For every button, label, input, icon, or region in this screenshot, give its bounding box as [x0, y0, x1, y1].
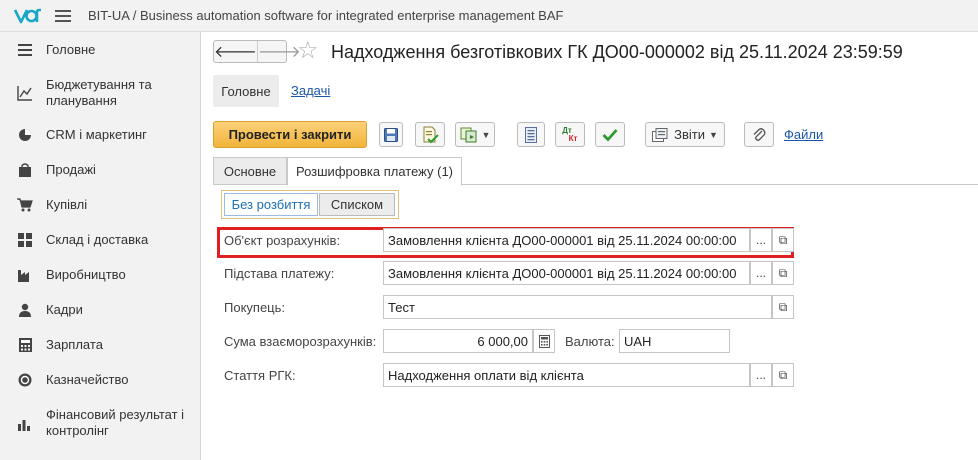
cash-flow-item-label: Стаття РГК:	[224, 368, 296, 383]
tab-payment-breakdown[interactable]: Розшифровка платежу (1)	[287, 157, 462, 186]
sidebar-item-warehouse[interactable]: Склад і доставка	[0, 231, 200, 249]
sidebar-item-label: Купівлі	[46, 197, 88, 212]
settlement-object-field[interactable]: Замовлення клієнта ДО00-000001 від 25.11…	[383, 228, 750, 252]
app-title: BIT-UA / Business automation software fo…	[88, 8, 564, 23]
floppy-disk-icon	[384, 127, 398, 142]
sidebar-item-label: Зарплата	[46, 337, 103, 352]
form-tabs: Основне Розшифровка платежу (1)	[213, 157, 978, 186]
no-split-button[interactable]: Без розбиття	[224, 193, 318, 216]
currency-field[interactable]: UAH	[619, 329, 730, 353]
person-icon	[17, 302, 33, 318]
cart-icon	[17, 197, 33, 213]
main-menu-icon[interactable]	[55, 9, 71, 22]
buyer-field[interactable]: Тест	[383, 295, 772, 319]
list-structure-button[interactable]	[517, 122, 545, 147]
sidebar-item-treasury[interactable]: Казначейство	[0, 371, 200, 389]
cash-flow-item-field[interactable]: Надходження оплати від клієнта	[383, 363, 750, 387]
sidebar-item-purchases[interactable]: Купівлі	[0, 196, 200, 214]
open-icon[interactable]: ⧉	[772, 363, 794, 387]
shopping-bag-icon	[17, 162, 33, 178]
save-button[interactable]	[379, 122, 403, 147]
page-title: Надходження безготівкових ГК ДО00-000002…	[331, 42, 903, 62]
document-post-icon	[423, 126, 439, 143]
check-icon	[602, 128, 618, 142]
sidebar-item-budgeting[interactable]: Бюджетування та планування	[0, 76, 200, 110]
sidebar-item-hr[interactable]: Кадри	[0, 301, 200, 319]
back-button[interactable]: 🡐	[214, 41, 257, 62]
tab-main[interactable]: Головне	[213, 75, 279, 107]
calculator-icon	[17, 337, 33, 353]
payment-basis-select-button[interactable]: ...	[750, 261, 772, 285]
list-mode-button[interactable]: Списком	[319, 193, 395, 216]
open-icon[interactable]: ⧉	[772, 261, 794, 285]
split-mode-switch: Без розбиття Списком	[221, 190, 399, 219]
check-button[interactable]	[595, 122, 625, 147]
baf-logo-icon[interactable]	[13, 6, 43, 26]
favorite-star-icon[interactable]: ☆	[297, 38, 319, 64]
sidebar-item-label: Фінансовий результат і контролінг	[46, 407, 185, 438]
tab-tasks-link[interactable]: Задачі	[291, 83, 330, 98]
calculator-icon	[538, 334, 550, 348]
sidebar-item-label: Кадри	[46, 302, 83, 317]
payment-basis-label: Підстава платежу:	[224, 266, 335, 281]
sidebar-item-label: Головне	[46, 42, 96, 57]
bar-chart-icon	[17, 416, 33, 432]
sidebar-item-label: Продажі	[46, 162, 96, 177]
sidebar-item-label: Казначейство	[46, 372, 129, 387]
chevron-down-icon: ▼	[708, 129, 718, 140]
document-form: 🡐 🡒 ☆ Надходження безготівкових ГК ДО00-…	[201, 32, 978, 460]
document-list-icon	[525, 126, 537, 143]
reports-icon	[652, 127, 668, 142]
sidebar-item-production[interactable]: Виробництво	[0, 266, 200, 284]
sidebar-item-payroll[interactable]: Зарплата	[0, 336, 200, 354]
forward-button[interactable]: 🡒	[256, 41, 301, 62]
chevron-down-icon: ▼	[481, 129, 491, 140]
settlement-amount-label: Сума взаєморозрахунків:	[224, 334, 377, 349]
history-navigation: 🡐 🡒	[213, 40, 301, 63]
post-and-close-button[interactable]: Провести і закрити	[213, 121, 367, 148]
buyer-label: Покупець:	[224, 300, 286, 315]
post-document-button[interactable]	[415, 122, 445, 147]
reports-button[interactable]: Звіти ▼	[645, 122, 725, 147]
sidebar-item-sales[interactable]: Продажі	[0, 161, 200, 179]
command-bar: Провести і закрити ▼ Дт Кт Звіти ▼ Файли	[213, 121, 978, 148]
calculator-button[interactable]	[533, 329, 555, 353]
reports-label: Звіти	[674, 127, 705, 142]
paperclip-icon	[753, 127, 766, 141]
create-based-on-icon	[460, 127, 477, 142]
menu-lines-icon	[17, 42, 33, 58]
cash-flow-item-select-button[interactable]: ...	[750, 363, 772, 387]
sidebar-item-financial-result[interactable]: Фінансовий результат і контролінг	[0, 406, 200, 440]
factory-icon	[17, 267, 33, 283]
sidebar-item-label: CRM і маркетинг	[46, 127, 147, 142]
sidebar-item-label: Бюджетування та планування	[46, 77, 152, 108]
open-icon[interactable]: ⧉	[772, 295, 794, 319]
attachments-button[interactable]	[744, 122, 774, 147]
files-link[interactable]: Файли	[784, 127, 823, 142]
tab-basic[interactable]: Основне	[213, 157, 287, 185]
sidebar: Головне Бюджетування та планування CRM і…	[0, 32, 201, 460]
payment-basis-field[interactable]: Замовлення клієнта ДО00-000001 від 25.11…	[383, 261, 750, 285]
sidebar-item-label: Склад і доставка	[46, 232, 149, 247]
grid-icon	[17, 232, 33, 248]
settlement-amount-field[interactable]: 6 000,00	[383, 329, 533, 353]
dt-kt-postings-button[interactable]: Дт Кт	[555, 122, 585, 147]
pie-chart-icon	[17, 127, 33, 143]
sidebar-item-label: Виробництво	[46, 267, 126, 282]
create-based-on-button[interactable]: ▼	[455, 122, 495, 147]
settlement-object-label: Об'єкт розрахунків:	[224, 233, 341, 248]
sidebar-item-home[interactable]: Головне	[0, 41, 200, 59]
chart-line-icon	[17, 85, 33, 101]
top-bar: BIT-UA / Business automation software fo…	[0, 0, 978, 32]
currency-label: Валюта:	[565, 334, 615, 349]
coin-icon	[17, 372, 33, 388]
open-icon[interactable]: ⧉	[772, 228, 794, 252]
settlement-object-select-button[interactable]: ...	[750, 228, 772, 252]
sidebar-item-crm[interactable]: CRM і маркетинг	[0, 126, 200, 144]
credit-label: Кт	[568, 133, 578, 143]
